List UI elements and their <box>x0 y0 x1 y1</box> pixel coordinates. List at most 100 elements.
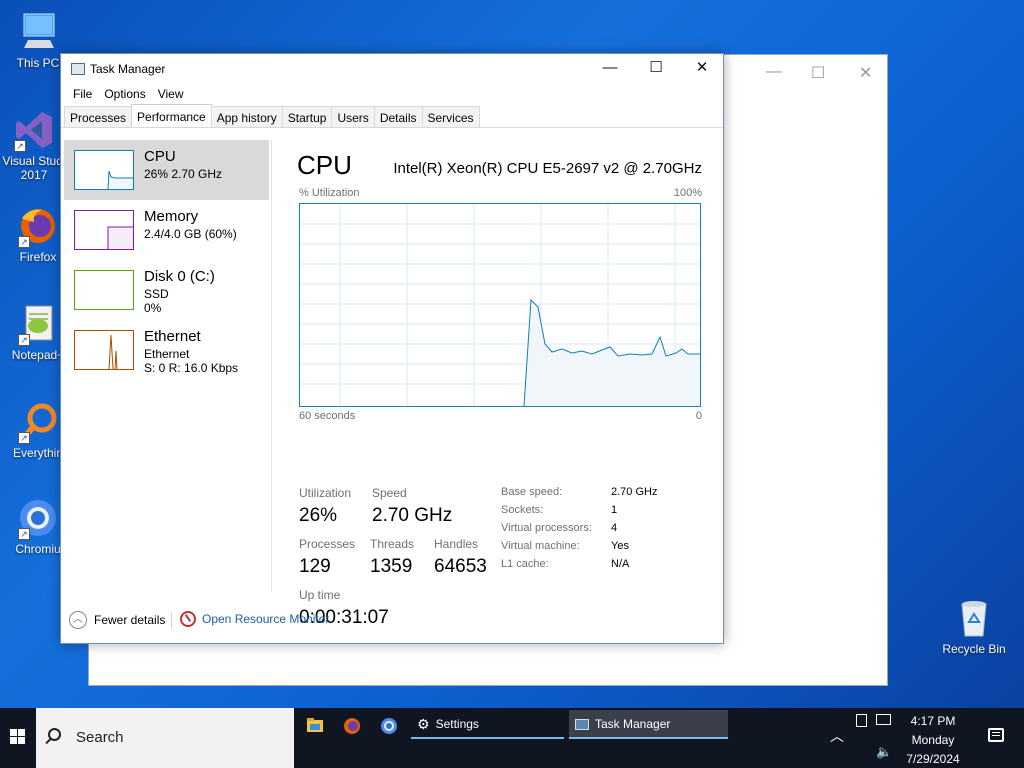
clock-time: 4:17 PM <box>910 714 956 728</box>
clock-day: Monday <box>911 733 955 747</box>
title-bar[interactable]: Task Manager — ☐ ✕ <box>61 54 723 84</box>
taskbar-file-explorer[interactable] <box>298 712 332 740</box>
shortcut-arrow-icon: ↗ <box>18 528 30 540</box>
search-icon <box>48 728 61 741</box>
sidebar-item-detail: 26% 2.70 GHz <box>144 167 223 181</box>
sidebar-item-ethernet[interactable]: Ethernet Ethernet S: 0 R: 16.0 Kbps <box>64 320 269 380</box>
notepad-plus-icon: ↗ <box>16 302 60 346</box>
stat-uptime-label: Up time <box>299 588 341 602</box>
memory-thumbnail-graph <box>74 210 134 250</box>
visual-studio-icon: ↗ <box>12 108 56 152</box>
cpu-model-name: Intel(R) Xeon(R) CPU E5-2697 v2 @ 2.70GH… <box>393 160 702 177</box>
close-button[interactable]: ✕ <box>679 54 725 84</box>
stat-speed-label: Speed <box>372 486 407 500</box>
detail-sockets-value: 1 <box>611 504 618 516</box>
task-manager-icon <box>575 718 589 730</box>
taskbar-app-label: Task Manager <box>595 717 671 731</box>
tab-details[interactable]: Details <box>373 106 423 127</box>
sidebar-item-detail: 2.4/4.0 GB (60%) <box>144 227 237 241</box>
clock[interactable]: 4:17 PM Monday 7/29/2024 <box>898 712 968 768</box>
sidebar-item-detail: SSD <box>144 287 169 301</box>
volume-muted-icon[interactable]: 🔈 <box>876 744 892 760</box>
graph-axis-end: 0 <box>695 410 702 422</box>
file-explorer-icon <box>307 718 323 732</box>
sidebar-item-detail: Ethernet <box>144 347 190 361</box>
minimize-button[interactable]: — <box>766 63 782 81</box>
sidebar-item-name: Ethernet <box>144 328 201 345</box>
tab-app-history[interactable]: App history <box>210 106 283 127</box>
detail-sockets-label: Sockets: <box>501 504 544 516</box>
menu-file[interactable]: File <box>67 84 98 106</box>
taskbar-app-label: Settings <box>435 717 479 731</box>
pane-divider[interactable] <box>271 140 272 592</box>
network-icon[interactable] <box>876 714 891 725</box>
shortcut-arrow-icon: ↗ <box>14 140 26 152</box>
tab-services[interactable]: Services <box>421 106 480 127</box>
menu-bar: File Options View <box>61 84 723 106</box>
graph-max-label: 100% <box>673 187 702 199</box>
task-manager-window[interactable]: Task Manager — ☐ ✕ File Options View Pro… <box>60 53 724 644</box>
taskbar-firefox[interactable] <box>335 712 369 740</box>
sidebar-item-detail: 0% <box>144 301 162 315</box>
maximize-button[interactable]: ☐ <box>633 54 679 84</box>
clock-date: 7/29/2024 <box>906 752 960 766</box>
fewer-details-button[interactable]: ︿ Fewer details <box>69 611 165 629</box>
system-tray: ︿ 🔈 4:17 PM Monday 7/29/2024 <box>824 708 1024 768</box>
open-resource-monitor-link[interactable]: Open Resource Monitor <box>180 611 329 627</box>
minimize-button[interactable]: — <box>587 54 633 84</box>
gear-icon: ⚙ <box>417 715 430 732</box>
performance-sidebar: CPU 26% 2.70 GHz Memory 2.4/4.0 GB (60%)… <box>64 140 269 380</box>
stat-handles-value: 64653 <box>434 556 487 577</box>
menu-view[interactable]: View <box>152 84 190 106</box>
menu-options[interactable]: Options <box>98 84 151 106</box>
stat-utilization-value: 26% <box>299 505 338 526</box>
fewer-details-label: Fewer details <box>94 613 166 627</box>
firefox-icon <box>344 718 360 734</box>
sidebar-item-memory[interactable]: Memory 2.4/4.0 GB (60%) <box>64 200 269 260</box>
windows-logo-icon <box>10 729 26 745</box>
cpu-utilization-graph <box>299 203 701 407</box>
tab-bar: Processes Performance App history Startu… <box>61 104 723 128</box>
footer-separator <box>171 613 172 628</box>
tab-startup[interactable]: Startup <box>281 106 333 127</box>
tablet-mode-icon[interactable] <box>856 714 867 727</box>
recycle-bin-icon <box>952 596 996 640</box>
detail-base-speed-value: 2.70 GHz <box>611 486 658 498</box>
stat-threads-label: Threads <box>370 537 415 551</box>
desktop-icon-label: 2017 <box>20 168 48 182</box>
taskbar-app-task-manager[interactable]: Task Manager <box>569 710 728 739</box>
chromium-icon <box>381 718 397 734</box>
detail-l1-cache-label: L1 cache: <box>501 558 549 570</box>
detail-base-speed-label: Base speed: <box>501 486 563 498</box>
window-footer: ︿ Fewer details Open Resource Monitor <box>61 609 723 633</box>
sidebar-item-name: CPU <box>144 148 176 165</box>
window-title: Task Manager <box>90 62 166 76</box>
close-button[interactable]: ✕ <box>859 63 872 83</box>
stat-processes-label: Processes <box>299 537 356 551</box>
taskbar-app-settings[interactable]: ⚙ Settings <box>411 710 564 739</box>
stat-utilization-label: Utilization <box>299 486 352 500</box>
notification-center-icon[interactable] <box>988 728 1004 742</box>
shortcut-arrow-icon: ↗ <box>18 236 30 248</box>
sidebar-item-disk[interactable]: Disk 0 (C:) SSD 0% <box>64 260 269 320</box>
sidebar-item-name: Disk 0 (C:) <box>144 268 215 285</box>
shortcut-arrow-icon: ↗ <box>18 334 30 346</box>
tab-processes[interactable]: Processes <box>64 106 133 127</box>
desktop-icon-label: Visual Studi <box>2 154 66 168</box>
ethernet-thumbnail-graph <box>74 330 134 370</box>
taskbar-chromium[interactable] <box>372 712 406 740</box>
page-title: CPU <box>297 150 352 180</box>
detail-l1-cache-value: N/A <box>611 558 630 570</box>
start-button[interactable] <box>0 708 36 768</box>
desktop-icon-visual-studio[interactable]: ↗ Visual Studi 2017 <box>0 108 68 182</box>
tab-performance[interactable]: Performance <box>131 104 212 127</box>
chevron-up-icon[interactable]: ︿ <box>830 726 844 746</box>
taskbar-search-box[interactable]: Search <box>36 708 294 768</box>
maximize-button[interactable]: ☐ <box>811 63 825 83</box>
tab-users[interactable]: Users <box>331 106 375 127</box>
sidebar-item-cpu[interactable]: CPU 26% 2.70 GHz <box>64 140 269 200</box>
resource-monitor-icon <box>180 611 196 627</box>
task-manager-icon <box>71 63 85 75</box>
desktop-icon-recycle-bin[interactable]: Recycle Bin <box>940 596 1008 656</box>
graph-axis-start: 60 seconds <box>299 410 356 422</box>
